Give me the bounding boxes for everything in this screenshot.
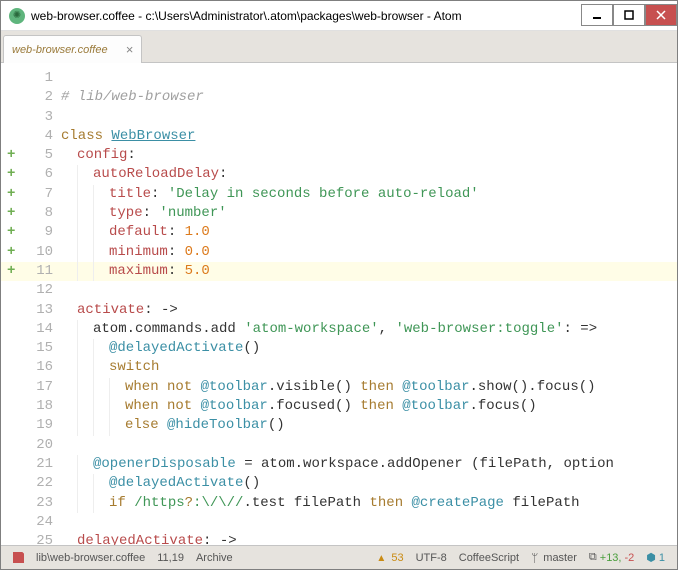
status-bar: lib\web-browser.coffee 11,19 Archive 53 … xyxy=(1,545,677,569)
status-file-path[interactable]: lib\web-browser.coffee xyxy=(36,552,145,564)
code-line[interactable]: @delayedActivate() xyxy=(61,474,677,493)
status-branch[interactable]: master xyxy=(531,551,577,565)
window-controls xyxy=(581,5,677,26)
code-line[interactable]: @openerDisposable = atom.workspace.addOp… xyxy=(61,455,677,474)
line-number[interactable]: 17 xyxy=(1,378,61,397)
atom-app-icon: ✺ xyxy=(9,8,25,24)
code-line[interactable]: atom.commands.add 'atom-workspace', 'web… xyxy=(61,320,677,339)
warning-icon xyxy=(376,552,388,564)
line-number[interactable]: 6 xyxy=(1,165,61,184)
status-cursor-position[interactable]: 11,19 xyxy=(157,552,184,564)
code-line[interactable]: title: 'Delay in seconds before auto-rel… xyxy=(61,185,677,204)
code-line[interactable]: type: 'number' xyxy=(61,204,677,223)
line-number[interactable]: 22 xyxy=(1,474,61,493)
status-archive[interactable]: Archive xyxy=(196,552,233,564)
diff-icon xyxy=(589,551,597,564)
line-number[interactable]: 25 xyxy=(1,532,61,545)
code-line[interactable]: else @hideToolbar() xyxy=(61,416,677,435)
line-number[interactable]: 8 xyxy=(1,204,61,223)
code-line[interactable]: # lib/web-browser xyxy=(61,88,677,107)
line-number[interactable]: 13 xyxy=(1,301,61,320)
line-number[interactable]: 12 xyxy=(1,281,61,300)
code-area[interactable]: # lib/web-browser class WebBrowserconfig:… xyxy=(61,63,677,545)
tab-bar: web-browser.coffee × xyxy=(1,31,677,63)
line-number[interactable]: 15 xyxy=(1,339,61,358)
code-line[interactable]: when not @toolbar.visible() then @toolba… xyxy=(61,378,677,397)
code-line[interactable]: autoReloadDelay: xyxy=(61,165,677,184)
line-number[interactable]: 19 xyxy=(1,416,61,435)
package-icon xyxy=(646,551,656,564)
code-line[interactable]: minimum: 0.0 xyxy=(61,243,677,262)
code-line[interactable] xyxy=(61,513,677,532)
status-git-diff[interactable]: +13, -2 xyxy=(589,551,634,564)
tab-close-icon[interactable]: × xyxy=(126,42,134,57)
status-grammar[interactable]: CoffeeScript xyxy=(459,552,519,564)
code-line[interactable]: if /https?:\/\//.test filePath then @cre… xyxy=(61,494,677,513)
window-title: web-browser.coffee - c:\Users\Administra… xyxy=(31,9,581,23)
status-packages[interactable]: 1 xyxy=(646,551,665,564)
line-number[interactable]: 24 xyxy=(1,513,61,532)
code-line[interactable]: class WebBrowser xyxy=(61,127,677,146)
tab-title: web-browser.coffee xyxy=(12,44,108,56)
close-button[interactable] xyxy=(645,4,677,26)
code-line[interactable] xyxy=(61,281,677,300)
line-number[interactable]: 7 xyxy=(1,185,61,204)
line-number[interactable]: 21 xyxy=(1,455,61,474)
editor[interactable]: 1234567891011121314151617181920212223242… xyxy=(1,63,677,545)
status-disk-icon xyxy=(13,552,24,563)
branch-icon xyxy=(531,551,540,565)
maximize-button[interactable] xyxy=(613,4,645,26)
line-number[interactable]: 10 xyxy=(1,243,61,262)
code-line[interactable] xyxy=(61,436,677,455)
minimize-button[interactable] xyxy=(581,4,613,26)
code-line[interactable]: config: xyxy=(61,146,677,165)
line-number[interactable]: 3 xyxy=(1,108,61,127)
code-line[interactable]: delayedActivate: -> xyxy=(61,532,677,545)
line-number[interactable]: 18 xyxy=(1,397,61,416)
tab-active[interactable]: web-browser.coffee × xyxy=(3,35,142,63)
line-number[interactable]: 1 xyxy=(1,69,61,88)
status-encoding[interactable]: UTF-8 xyxy=(416,552,447,564)
code-line[interactable]: switch xyxy=(61,358,677,377)
line-number[interactable]: 14 xyxy=(1,320,61,339)
line-number[interactable]: 11 xyxy=(1,262,61,281)
line-number[interactable]: 5 xyxy=(1,146,61,165)
line-number[interactable]: 20 xyxy=(1,436,61,455)
line-number[interactable]: 9 xyxy=(1,223,61,242)
titlebar: ✺ web-browser.coffee - c:\Users\Administ… xyxy=(1,1,677,31)
code-line[interactable]: @delayedActivate() xyxy=(61,339,677,358)
status-warnings[interactable]: 53 xyxy=(376,552,403,564)
code-line[interactable]: when not @toolbar.focused() then @toolba… xyxy=(61,397,677,416)
line-number[interactable]: 16 xyxy=(1,358,61,377)
code-line[interactable]: maximum: 5.0 xyxy=(61,262,677,281)
line-number[interactable]: 4 xyxy=(1,127,61,146)
line-number[interactable]: 23 xyxy=(1,494,61,513)
code-line[interactable] xyxy=(61,108,677,127)
code-line[interactable] xyxy=(61,69,677,88)
gutter[interactable]: 1234567891011121314151617181920212223242… xyxy=(1,63,61,545)
code-line[interactable]: default: 1.0 xyxy=(61,223,677,242)
line-number[interactable]: 2 xyxy=(1,88,61,107)
code-line[interactable]: activate: -> xyxy=(61,301,677,320)
